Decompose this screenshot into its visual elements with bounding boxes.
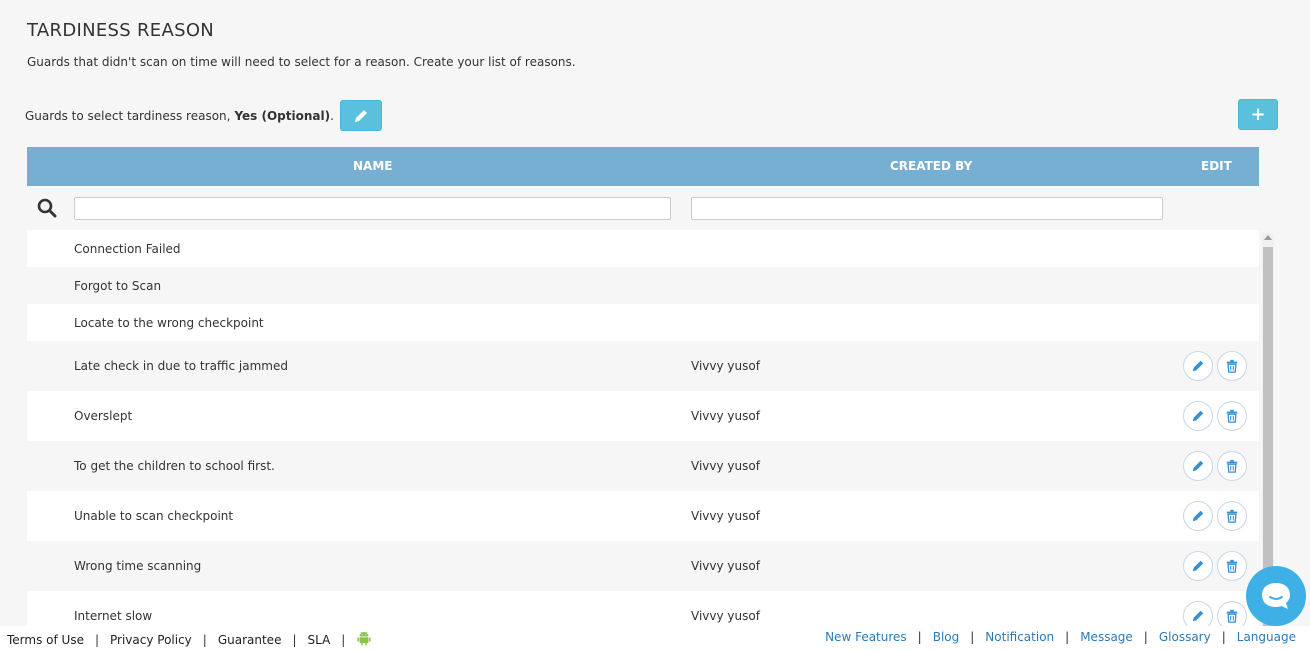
table-header: NAME CREATED BY EDIT xyxy=(27,147,1259,186)
table-row[interactable]: Connection Failed xyxy=(27,230,1259,267)
page: TARDINESS REASON Guards that didn't scan… xyxy=(0,0,1310,651)
reason-name: Forgot to Scan xyxy=(74,278,162,293)
setting-label: Guards to select tardiness reason, xyxy=(25,108,231,123)
trash-icon xyxy=(1226,509,1238,523)
edit-reason-button[interactable] xyxy=(1183,451,1213,481)
row-actions xyxy=(1183,351,1247,381)
reason-name: Locate to the wrong checkpoint xyxy=(74,315,264,330)
footer-separator: | xyxy=(1143,630,1148,644)
add-reason-button[interactable]: + xyxy=(1238,99,1278,130)
trash-icon xyxy=(1226,459,1238,473)
delete-reason-button[interactable] xyxy=(1217,451,1247,481)
reason-name: Overslept xyxy=(74,409,133,423)
filter-row xyxy=(27,186,1259,230)
pencil-icon xyxy=(1192,510,1204,522)
footer-separator: | xyxy=(202,632,207,647)
created-by: Vivvy yusof xyxy=(691,359,760,373)
footer-separator: | xyxy=(94,632,99,647)
table-row[interactable]: Locate to the wrong checkpoint xyxy=(27,304,1259,341)
edit-reason-button[interactable] xyxy=(1183,601,1213,626)
pencil-icon xyxy=(1192,610,1204,622)
footer-separator: | xyxy=(1221,630,1226,644)
footer-link-privacy-policy[interactable]: Privacy Policy xyxy=(110,633,192,647)
table-row[interactable]: Overslept Vivvy yusof xyxy=(27,391,1259,441)
footer-link-sla[interactable]: SLA xyxy=(308,633,331,647)
android-icon[interactable] xyxy=(356,630,372,649)
footer-right-links: New Features | Blog | Notification | Message | G… xyxy=(825,630,1296,644)
pencil-icon xyxy=(1192,410,1204,422)
name-filter-input[interactable] xyxy=(74,197,671,220)
row-actions xyxy=(1183,451,1247,481)
chat-button[interactable] xyxy=(1246,566,1306,626)
footer-link-blog[interactable]: Blog xyxy=(933,630,960,644)
footer-link-language[interactable]: Language xyxy=(1237,630,1296,644)
page-subtitle: Guards that didn't scan on time will nee… xyxy=(27,55,576,69)
footer-separator: | xyxy=(341,632,346,647)
reason-name: Connection Failed xyxy=(74,241,181,256)
pencil-icon xyxy=(1192,460,1204,472)
table-row[interactable]: Forgot to Scan xyxy=(27,267,1259,304)
setting-suffix: . xyxy=(330,108,334,123)
setting-value: Yes (Optional) xyxy=(234,108,331,123)
trash-icon xyxy=(1226,359,1238,373)
edit-reason-button[interactable] xyxy=(1183,501,1213,531)
footer-separator: | xyxy=(917,630,922,644)
footer-link-new-features[interactable]: New Features xyxy=(825,630,907,644)
delete-reason-button[interactable] xyxy=(1217,501,1247,531)
created-by: Vivvy yusof xyxy=(691,459,760,473)
column-name[interactable]: NAME xyxy=(353,159,392,173)
pencil-icon xyxy=(1192,560,1204,572)
table-row[interactable]: To get the children to school first. Vivv… xyxy=(27,441,1259,491)
delete-reason-button[interactable] xyxy=(1217,401,1247,431)
footer-separator: | xyxy=(292,632,297,647)
footer-link-glossary[interactable]: Glossary xyxy=(1159,630,1211,644)
reason-name: Unable to scan checkpoint xyxy=(74,509,234,523)
page-title: TARDINESS REASON xyxy=(27,20,215,41)
trash-icon xyxy=(1226,609,1238,623)
reason-name: To get the children to school first. xyxy=(74,459,275,473)
table-row[interactable]: Unable to scan checkpoint Vivvy yusof xyxy=(27,491,1259,541)
footer-link-terms-of-use[interactable]: Terms of Use xyxy=(7,633,84,647)
column-created-by[interactable]: CREATED BY xyxy=(890,159,972,173)
table-row[interactable]: Late check in due to traffic jammed Vivvy… xyxy=(27,341,1259,391)
search-icon xyxy=(37,198,57,218)
created-by: Vivvy yusof xyxy=(691,409,760,423)
footer-link-notification[interactable]: Notification xyxy=(985,630,1054,644)
reason-list: Connection Failed Forgot to Scan Locate to… xyxy=(27,230,1259,626)
footer: Terms of Use | Privacy Policy | Guarantee | SL… xyxy=(0,626,1310,651)
footer-link-message[interactable]: Message xyxy=(1080,630,1133,644)
reason-name: Wrong time scanning xyxy=(74,559,202,573)
footer-link-guarantee[interactable]: Guarantee xyxy=(218,633,282,647)
created-by: Vivvy yusof xyxy=(691,509,760,523)
trash-icon xyxy=(1226,409,1238,423)
delete-reason-button[interactable] xyxy=(1217,601,1247,626)
table-row[interactable]: Wrong time scanning Vivvy yusof xyxy=(27,541,1259,591)
table-row[interactable]: Internet slow Vivvy yusof xyxy=(27,591,1259,626)
scroll-up-arrow-icon[interactable] xyxy=(1264,235,1272,240)
tardiness-setting: Guards to select tardiness reason, Yes (… xyxy=(25,100,382,131)
row-actions xyxy=(1183,551,1247,581)
delete-reason-button[interactable] xyxy=(1217,351,1247,381)
created-by: Vivvy yusof xyxy=(691,609,760,623)
pencil-icon xyxy=(354,109,367,122)
column-edit: EDIT xyxy=(1201,159,1232,173)
edit-setting-button[interactable] xyxy=(339,100,382,131)
edit-reason-button[interactable] xyxy=(1183,551,1213,581)
delete-reason-button[interactable] xyxy=(1217,551,1247,581)
created-by-filter-input[interactable] xyxy=(691,197,1163,220)
chat-bubble-icon xyxy=(1262,583,1290,609)
footer-left-links: Terms of Use | Privacy Policy | Guarantee | SL… xyxy=(7,630,372,649)
reason-name: Internet slow xyxy=(74,609,153,623)
footer-separator: | xyxy=(1065,630,1070,644)
row-actions xyxy=(1183,501,1247,531)
trash-icon xyxy=(1226,559,1238,573)
edit-reason-button[interactable] xyxy=(1183,351,1213,381)
created-by: Vivvy yusof xyxy=(691,559,760,573)
pencil-icon xyxy=(1192,360,1204,372)
row-actions xyxy=(1183,401,1247,431)
row-actions xyxy=(1183,601,1247,626)
footer-separator: | xyxy=(970,630,975,644)
reason-name: Late check in due to traffic jammed xyxy=(74,359,288,373)
edit-reason-button[interactable] xyxy=(1183,401,1213,431)
